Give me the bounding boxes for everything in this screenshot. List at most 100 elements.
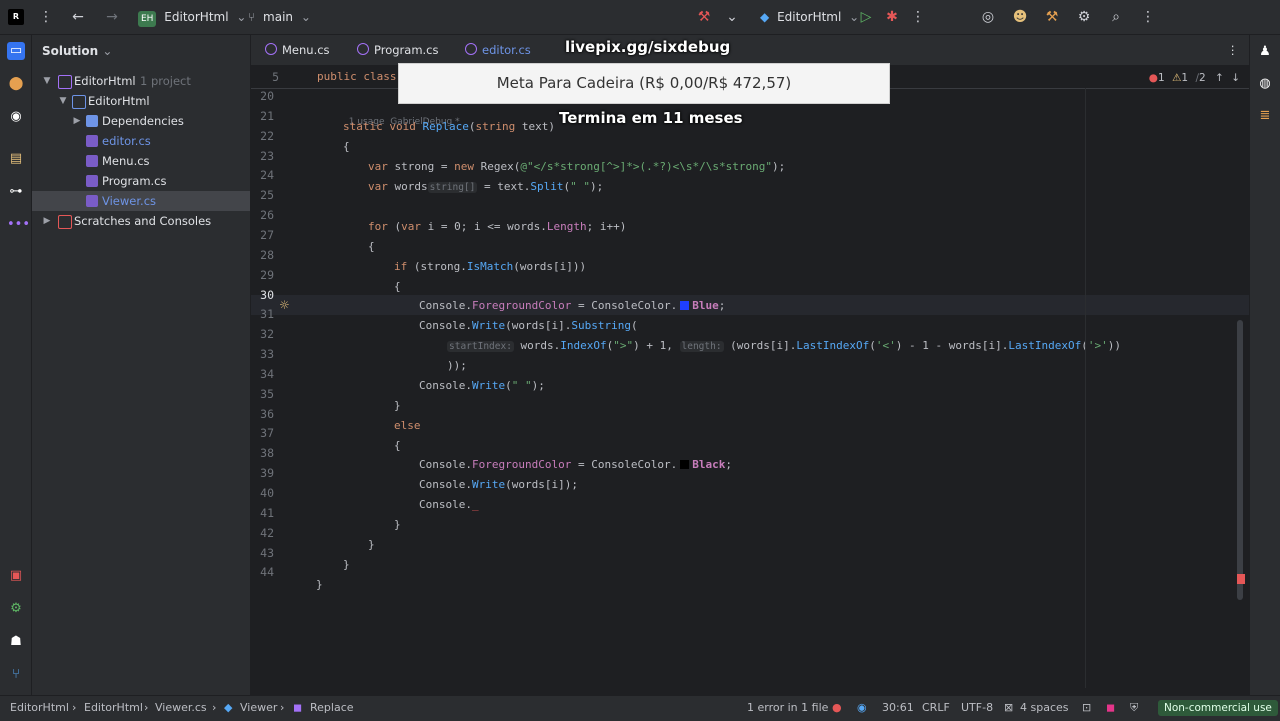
error-summary[interactable]: 1 error in 1 file <box>747 696 828 720</box>
ai-status-icon[interactable]: ◼ <box>1106 696 1115 720</box>
services-icon[interactable]: ⚙ <box>7 600 25 618</box>
breadcrumb-item[interactable]: EditorHtml <box>84 696 143 720</box>
goal-text: Meta Para Cadeira (R$ 0,00/R$ 472,57) <box>496 74 792 92</box>
expand-arrow-icon[interactable]: ▼ <box>58 91 68 111</box>
collaboration-icon[interactable]: ☻ <box>1012 9 1028 25</box>
code-line: } <box>394 399 401 412</box>
project-switcher[interactable]: EH EditorHtml ⌄ <box>138 0 246 34</box>
overflow-menu-icon[interactable]: ⋮ <box>1140 9 1156 25</box>
tree-item-label: Dependencies <box>102 114 184 128</box>
tools-icon[interactable]: ⚒ <box>1044 9 1060 25</box>
debug-icon[interactable]: ✱ <box>884 9 900 25</box>
debug-tool-icon[interactable]: ☗ <box>7 633 25 651</box>
forward-icon[interactable]: → <box>104 9 120 25</box>
tab-editor[interactable]: editor.cs <box>465 35 531 65</box>
ai-assistant-icon[interactable]: ◎ <box>980 9 996 25</box>
tree-item-scratches[interactable]: ▶ Scratches and Consoles <box>32 211 250 231</box>
tab-overflow-icon[interactable]: ⋮ <box>1227 35 1239 65</box>
back-icon[interactable]: ← <box>70 9 86 25</box>
chevron-right-icon: › <box>212 701 217 714</box>
more-tools-icon[interactable]: ••• <box>7 216 30 234</box>
license-badge[interactable]: Non-commercial use <box>1158 700 1278 716</box>
arrow-up-icon[interactable]: ↑ <box>1215 72 1224 84</box>
line-ending[interactable]: CRLF <box>922 696 950 720</box>
tree-item-file-selected[interactable]: Viewer.cs <box>32 191 250 211</box>
settings-icon[interactable]: ⚙ <box>1076 9 1092 25</box>
tree-item-label: editor.cs <box>102 134 151 148</box>
indent-setting[interactable]: 4 spaces <box>1020 696 1069 720</box>
line-number: 20 <box>260 89 274 103</box>
solution-icon <box>58 75 72 89</box>
chevron-right-icon: › <box>280 701 285 714</box>
run-icon[interactable]: ▷ <box>858 9 874 25</box>
tree-item-note: 1 project <box>140 74 191 88</box>
vertical-scrollbar[interactable] <box>1237 320 1243 600</box>
tree-item-solution[interactable]: ▼ EditorHtml 1 project <box>32 71 250 91</box>
tab-program[interactable]: Program.cs <box>357 35 439 65</box>
code-line: { <box>394 439 401 452</box>
error-marker[interactable] <box>1237 574 1245 584</box>
code-line: startIndex: words.IndexOf(">") + 1, leng… <box>447 339 1121 352</box>
app-logo-icon[interactable]: R <box>8 9 24 25</box>
solution-title[interactable]: Solution ⌄ <box>42 44 112 58</box>
indent-icon: ⊠ <box>1004 701 1014 714</box>
endpoints-icon[interactable]: ⊶ <box>7 183 25 201</box>
more-actions-icon[interactable]: ⋮ <box>910 9 926 25</box>
file-encoding[interactable]: UTF-8 <box>961 696 993 720</box>
left-tool-strip: ▭ ⬤ ◉ ▤ ⊶ ••• ▣ ⚙ ☗ ⑂ <box>0 35 32 695</box>
database-icon[interactable]: ≣ <box>1256 107 1274 125</box>
weak-warning-count: 2 <box>1199 72 1206 84</box>
csharp-file-icon <box>86 135 98 147</box>
ai-icon[interactable]: ◍ <box>1256 75 1274 93</box>
run-config-selector[interactable]: ◆ EditorHtml ⌄ <box>760 0 859 34</box>
tree-item-project[interactable]: ▼ EditorHtml <box>32 91 250 111</box>
current-line-highlight <box>251 295 1249 315</box>
line-number: 28 <box>260 247 274 262</box>
cursor-position[interactable]: 30:61 <box>882 696 914 720</box>
main-menu-icon[interactable]: ⋮ <box>38 9 54 25</box>
error-status-icon[interactable]: ● <box>832 696 842 720</box>
breadcrumb-item[interactable]: EditorHtml <box>10 696 69 720</box>
code-line: Console.Write(" "); <box>419 379 545 392</box>
github-icon[interactable]: ◉ <box>7 108 25 126</box>
arrow-down-icon[interactable]: ↓ <box>1231 72 1240 84</box>
inspection-indicator[interactable]: ●1 ⚠1 ∕2 ↑ ↓ <box>1149 72 1240 84</box>
tree-item-dependencies[interactable]: ▶ Dependencies <box>32 111 250 131</box>
notifications-icon[interactable]: ♟ <box>1256 43 1274 61</box>
commit-icon[interactable]: ⬤ <box>7 75 25 93</box>
terminal-icon[interactable]: ▣ <box>7 567 25 585</box>
chevron-down-icon[interactable]: ⌄ <box>724 9 740 25</box>
lightbulb-icon[interactable]: ☼ <box>279 298 290 312</box>
type-hint: string[] <box>427 182 478 193</box>
breadcrumb-item[interactable]: Replace <box>310 696 354 720</box>
git-icon[interactable]: ⑂ <box>7 666 25 684</box>
branch-switcher[interactable]: ⑂ main ⌄ <box>248 0 311 34</box>
breadcrumb-item[interactable]: Viewer.cs <box>155 696 207 720</box>
tree-item-file[interactable]: Menu.cs <box>32 151 250 171</box>
line-number: 27 <box>260 227 274 242</box>
line-number: 36 <box>260 406 274 421</box>
tree-item-file[interactable]: Program.cs <box>32 171 250 191</box>
search-icon[interactable]: ⌕ <box>1108 9 1124 25</box>
structure-icon[interactable]: ▤ <box>7 150 25 168</box>
expand-arrow-icon[interactable]: ▶ <box>42 211 52 231</box>
expand-arrow-icon[interactable]: ▶ <box>72 111 82 131</box>
explorer-icon[interactable]: ▭ <box>7 42 25 60</box>
lock-icon[interactable]: ⊡ <box>1082 696 1091 720</box>
chevron-down-icon: ⌄ <box>102 44 113 58</box>
eye-icon[interactable]: ◉ <box>857 696 867 720</box>
code-line: Console.Write(words[i].Substring( <box>419 319 638 332</box>
code-line: Console.ForegroundColor = ConsoleColor. B… <box>419 299 726 312</box>
right-margin-guide <box>1085 88 1086 688</box>
tree-item-file[interactable]: editor.cs <box>32 131 250 151</box>
shield-icon[interactable]: ⛨ <box>1130 696 1138 720</box>
tree-item-label: EditorHtml <box>74 74 136 88</box>
warning-count: 1 <box>1181 72 1189 84</box>
expand-arrow-icon[interactable]: ▼ <box>42 71 52 91</box>
branch-name: main <box>263 10 294 24</box>
code-line: { <box>368 240 375 253</box>
breadcrumb-item[interactable]: Viewer <box>240 696 277 720</box>
line-number: 24 <box>260 168 274 183</box>
hammer-icon[interactable]: ⚒ <box>696 9 712 25</box>
tab-menu[interactable]: Menu.cs <box>265 35 330 65</box>
